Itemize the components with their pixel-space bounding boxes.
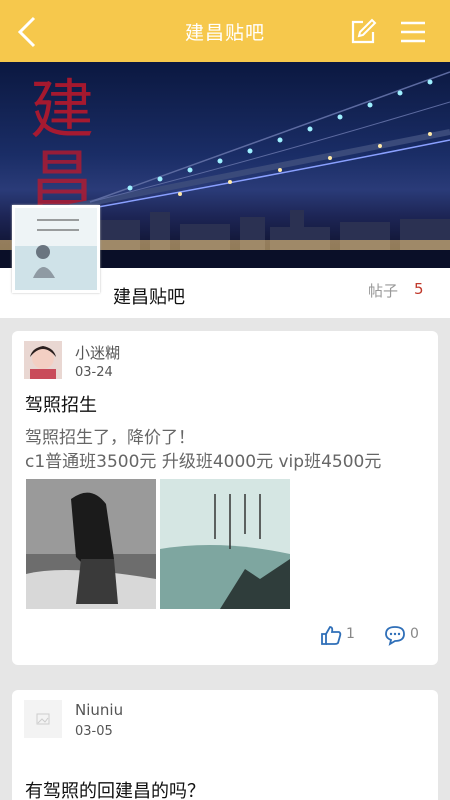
post-image[interactable] [160,479,290,609]
edit-icon[interactable] [349,18,377,46]
post-image[interactable] [26,479,156,609]
post-body-line: c1普通班3500元 升级班4000元 vip班4500元 [25,452,382,472]
post-card[interactable]: Niuniu 03-05 有驾照的回建昌的吗？ [12,690,438,800]
like-icon[interactable] [320,624,342,646]
page-title: 建昌贴吧 [184,22,265,44]
posts-count: 5 [414,280,424,298]
forum-name: 建昌贴吧 [113,287,185,308]
user-avatar[interactable] [24,341,62,379]
menu-icon[interactable] [398,19,428,45]
post-body-line: 驾照招生了，降价了！ [25,428,195,448]
author-name: Niuniu [75,701,124,719]
post-body: 驾照招生了，降价了！ c1普通班3500元 升级班4000元 vip班4500元 [25,426,430,474]
comment-icon[interactable] [384,624,406,646]
posts-label: 帖子 [368,282,399,300]
forum-avatar [12,205,100,293]
post-card[interactable]: 小迷糊 03-24 驾照招生 驾照招生了，降价了！ c1普通班3500元 升级班… [12,331,438,665]
svg-text:建: 建 [30,74,94,148]
post-date: 03-05 [75,724,113,739]
app-header: 建昌贴吧 [0,0,450,62]
like-count: 1 [346,626,355,642]
comment-count: 0 [410,626,419,642]
post-title[interactable]: 驾照招生 [25,391,97,417]
author-name: 小迷糊 [75,344,121,362]
placeholder-image-icon[interactable] [24,700,62,738]
post-title[interactable]: 有驾照的回建昌的吗？ [25,777,205,800]
post-date: 03-24 [75,365,113,380]
